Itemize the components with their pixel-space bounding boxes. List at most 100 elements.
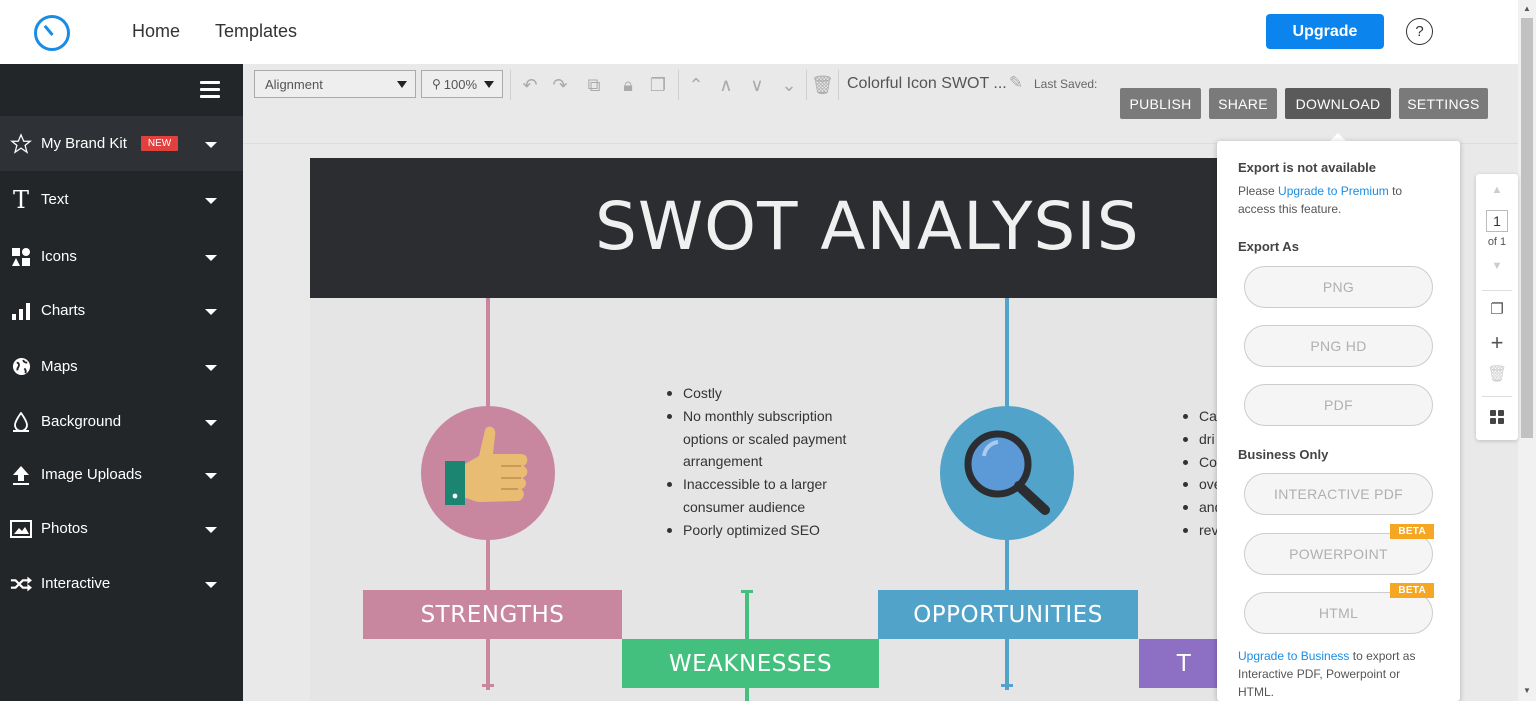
zoom-select-value: 100% <box>443 76 478 92</box>
bring-forward-icon[interactable]: ∧ <box>715 74 737 96</box>
redo-icon[interactable]: ↷ <box>549 74 571 96</box>
export-html-button[interactable]: HTML BETA <box>1244 583 1434 634</box>
thumbs-up-icon <box>445 426 528 505</box>
send-backward-icon[interactable]: ∨ <box>746 74 768 96</box>
sidebar-header <box>0 64 243 116</box>
sidebar-item-label: My Brand Kit <box>41 135 127 152</box>
hamburger-menu-icon[interactable] <box>200 81 220 98</box>
sidebar-item-charts[interactable]: Charts <box>0 283 243 338</box>
sidebar-item-icons[interactable]: Icons <box>0 229 243 284</box>
upgrade-button[interactable]: Upgrade <box>1266 14 1384 49</box>
chevron-down-icon[interactable] <box>205 365 217 371</box>
nav-home[interactable]: Home <box>132 21 180 42</box>
weaknesses-label[interactable]: WEAKNESSES <box>622 639 879 688</box>
list-item-continuation: and <box>1180 496 1218 519</box>
opportunities-label[interactable]: OPPORTUNITIES <box>878 590 1138 639</box>
export-png-button[interactable]: PNG <box>1244 266 1433 308</box>
bring-to-front-icon[interactable]: ⌃ <box>685 74 707 96</box>
page-number-input[interactable]: 1 <box>1486 210 1508 232</box>
opportunities-circle[interactable] <box>940 406 1074 540</box>
magnifier-icon: ⚲ <box>432 77 441 91</box>
sidebar-item-label: Icons <box>41 248 77 265</box>
chevron-down-icon <box>484 81 494 88</box>
strengths-label[interactable]: STRENGTHS <box>363 590 622 639</box>
page-up-icon[interactable]: ▲ <box>1476 184 1518 196</box>
design-canvas[interactable]: SWOT ANALYSIS STRENGTHS Costly No monthl… <box>310 158 1218 701</box>
sidebar-item-maps[interactable]: Maps <box>0 339 243 394</box>
page-scrollbar[interactable]: ▲ ▼ <box>1518 0 1536 701</box>
star-outline-icon <box>10 132 32 155</box>
list-item: No monthly subscription options or scale… <box>664 405 864 473</box>
sidebar-item-interactive[interactable]: Interactive <box>0 556 243 611</box>
list-item: Poorly optimized SEO <box>664 519 864 542</box>
sidebar-item-photos[interactable]: Photos <box>0 501 243 556</box>
chevron-down-icon[interactable] <box>205 255 217 261</box>
page-panel: ▲ 1 of 1 ▼ ❐ + 🗑︎ <box>1476 174 1518 440</box>
panel-divider <box>1482 396 1512 397</box>
strengths-circle[interactable] <box>421 406 555 540</box>
scroll-up-icon[interactable]: ▲ <box>1523 4 1531 13</box>
swot-header: SWOT ANALYSIS <box>310 158 1218 298</box>
chevron-down-icon[interactable] <box>205 527 217 533</box>
threats-label[interactable]: T <box>1139 639 1218 688</box>
trash-icon[interactable]: 🗑︎ <box>811 74 834 96</box>
weaknesses-line-cap <box>741 590 753 593</box>
sidebar-item-label: Image Uploads <box>41 466 142 483</box>
sidebar-item-image-uploads[interactable]: Image Uploads <box>0 447 243 502</box>
help-icon[interactable]: ? <box>1406 18 1433 45</box>
scroll-down-icon[interactable]: ▼ <box>1523 686 1531 695</box>
upgrade-business-link[interactable]: Upgrade to Business <box>1238 649 1349 663</box>
publish-button[interactable]: PUBLISH <box>1120 88 1201 119</box>
settings-button[interactable]: SETTINGS <box>1399 88 1488 119</box>
export-powerpoint-button[interactable]: POWERPOINT BETA <box>1244 524 1434 575</box>
sidebar-item-text[interactable]: T Text <box>0 172 243 227</box>
list-item-continuation: dri <box>1180 428 1218 451</box>
toolbar-divider <box>838 70 839 100</box>
scroll-thumb[interactable] <box>1521 18 1533 438</box>
logo-icon[interactable] <box>34 15 70 51</box>
share-button[interactable]: SHARE <box>1209 88 1277 119</box>
shapes-icon <box>10 247 32 267</box>
export-interactive-pdf-button[interactable]: INTERACTIVE PDF <box>1244 473 1433 515</box>
zoom-select[interactable]: ⚲ 100% <box>421 70 503 98</box>
export-pdf-button[interactable]: PDF <box>1244 384 1433 426</box>
page-down-icon[interactable]: ▼ <box>1476 260 1518 272</box>
document-title[interactable]: Colorful Icon SWOT ... <box>847 75 1007 93</box>
lock-icon[interactable]: 🔒︎ <box>617 74 639 96</box>
send-to-back-icon[interactable]: ⌄ <box>778 74 800 96</box>
sidebar-item-label: Charts <box>41 302 86 319</box>
beta-badge: BETA <box>1390 583 1434 598</box>
sidebar-item-label: Background <box>41 413 122 430</box>
group-icon[interactable]: ⧉ <box>583 74 605 96</box>
chevron-down-icon[interactable] <box>205 582 217 588</box>
sidebar-item-brand-kit[interactable]: My Brand Kit NEW <box>0 116 243 171</box>
chevron-down-icon[interactable] <box>205 309 217 315</box>
list-item-continuation: ove <box>1180 473 1218 496</box>
delete-page-icon[interactable]: 🗑︎ <box>1476 364 1518 384</box>
chevron-down-icon[interactable] <box>205 420 217 426</box>
chevron-down-icon[interactable] <box>205 198 217 204</box>
export-png-hd-button[interactable]: PNG HD <box>1244 325 1433 367</box>
add-page-icon[interactable]: + <box>1476 330 1518 356</box>
sidebar: My Brand Kit NEW T Text Icons Charts Map… <box>0 64 243 701</box>
nav-templates[interactable]: Templates <box>215 21 297 42</box>
download-button[interactable]: DOWNLOAD <box>1285 88 1391 119</box>
alignment-select[interactable]: Alignment <box>254 70 416 98</box>
sidebar-item-label: Interactive <box>41 575 111 592</box>
chevron-down-icon[interactable] <box>205 142 217 148</box>
weaknesses-bullets[interactable]: Costly No monthly subscription options o… <box>664 382 864 542</box>
swot-title[interactable]: SWOT ANALYSIS <box>595 188 1140 265</box>
edit-title-icon[interactable]: ✎ <box>1005 72 1027 94</box>
duplicate-page-icon[interactable]: ❐ <box>1476 300 1518 318</box>
threats-bullets[interactable]: Ca dri Co ove and rev <box>1180 405 1218 542</box>
duplicate-icon[interactable]: ❐ <box>647 74 669 96</box>
grid-view-icon[interactable] <box>1476 410 1518 429</box>
undo-icon[interactable]: ↶ <box>519 74 541 96</box>
magnifier-icon <box>964 430 1050 515</box>
upgrade-premium-link[interactable]: Upgrade to Premium <box>1278 184 1389 198</box>
chevron-down-icon <box>397 81 407 88</box>
chevron-down-icon[interactable] <box>205 473 217 479</box>
sidebar-item-label: Text <box>41 191 69 208</box>
top-nav: Home Templates Upgrade ? <box>0 0 1518 64</box>
sidebar-item-background[interactable]: Background <box>0 394 243 449</box>
